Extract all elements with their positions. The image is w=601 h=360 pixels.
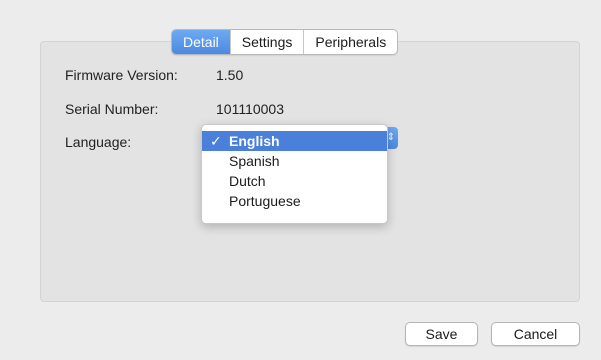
language-option-dutch[interactable]: Dutch — [202, 171, 387, 191]
language-option-label: English — [229, 133, 280, 149]
save-button[interactable]: Save — [405, 322, 478, 346]
firmware-version-label: Firmware Version: — [65, 67, 178, 83]
tab-settings[interactable]: Settings — [229, 30, 304, 54]
language-option-label: Spanish — [229, 153, 280, 169]
language-option-label: Dutch — [229, 173, 266, 189]
firmware-version-value: 1.50 — [216, 67, 244, 83]
chevron-up-down-icon: ⇕ — [386, 132, 396, 143]
serial-number-value: 101110003 — [216, 101, 284, 117]
cancel-button[interactable]: Cancel — [491, 322, 580, 346]
language-option-spanish[interactable]: Spanish — [202, 151, 387, 171]
language-option-english[interactable]: ✓ English — [202, 131, 387, 151]
language-option-label: Portuguese — [229, 193, 301, 209]
tab-peripherals[interactable]: Peripherals — [303, 30, 397, 54]
language-dropdown-menu: ✓ English Spanish Dutch Portuguese — [201, 124, 388, 224]
device-settings-window: Detail Settings Peripherals Firmware Ver… — [0, 0, 601, 360]
language-option-portuguese[interactable]: Portuguese — [202, 191, 387, 211]
tab-detail[interactable]: Detail — [172, 30, 230, 54]
checkmark-icon: ✓ — [210, 133, 222, 149]
tab-bar: Detail Settings Peripherals — [171, 29, 399, 55]
language-label: Language: — [65, 134, 132, 150]
serial-number-label: Serial Number: — [65, 101, 159, 117]
